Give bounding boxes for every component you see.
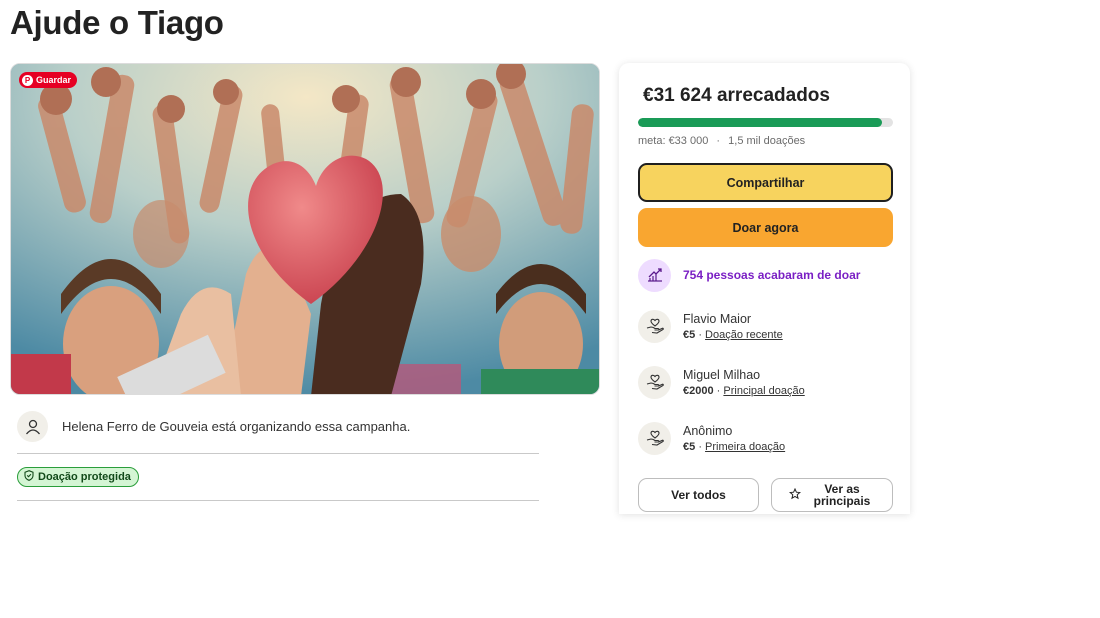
see-all-label: Ver todos (671, 488, 726, 502)
donation-item: Flavio Maior €5 · Doação recente (638, 306, 893, 346)
organizer-row: Helena Ferro de Gouveia está organizando… (17, 408, 539, 454)
share-button[interactable]: Compartilhar (638, 163, 893, 202)
user-icon (17, 411, 48, 442)
goal-meta: meta: €33 000 · 1,5 mil doações (638, 135, 805, 147)
campaign-page: Ajude o Tiago P Guardar Helena Ferro de … (0, 0, 1100, 618)
donation-sidebar: €31 624 arrecadados meta: €33 000 · 1,5 … (619, 63, 910, 514)
donation-tag-link[interactable]: Principal doação (723, 385, 804, 397)
donation-amount: €5 (683, 440, 696, 453)
recent-donors-text: 754 pessoas acabaram de doar (683, 268, 861, 282)
progress-fill (638, 118, 883, 127)
amount-raised: €31 624 arrecadados (643, 85, 830, 106)
donation-separator: · (716, 384, 721, 397)
donation-separator: · (698, 440, 702, 453)
donation-amount: €2000 (683, 384, 714, 397)
donation-tag-link[interactable]: Doação recente (705, 329, 783, 341)
pinterest-save-label: Guardar (36, 75, 72, 85)
see-top-button[interactable]: Ver as principais (771, 478, 893, 512)
pinterest-icon: P (22, 74, 33, 86)
donation-count: 1,5 mil doações (728, 135, 806, 147)
shield-icon (24, 470, 34, 484)
page-title: Ajude o Tiago (10, 4, 224, 41)
donation-tag-link[interactable]: Primeira doação (705, 441, 785, 453)
donate-now-button[interactable]: Doar agora (638, 208, 893, 247)
pinterest-save-button[interactable]: P Guardar (19, 72, 78, 88)
donor-name: Miguel Milhao (683, 367, 761, 382)
protection-row: Doação protegida (17, 455, 539, 501)
recent-donors-row: 754 pessoas acabaram de doar (638, 258, 893, 292)
hand-heart-icon (638, 365, 671, 399)
campaign-hero-image[interactable]: P Guardar (10, 63, 600, 395)
donation-amount: €5 (683, 328, 696, 341)
donation-item: Miguel Milhao €2000 · Principal doação (638, 362, 893, 402)
donor-name: Flavio Maior (683, 311, 752, 326)
donation-separator: · (698, 328, 702, 341)
hand-heart-icon (638, 309, 671, 343)
see-all-button[interactable]: Ver todos (638, 478, 759, 512)
protected-donation-badge[interactable]: Doação protegida (17, 467, 139, 487)
goal-amount: meta: €33 000 (638, 135, 709, 147)
meta-separator: · (716, 135, 721, 147)
see-top-label: Ver as principais (813, 482, 871, 508)
organizer-text: Helena Ferro de Gouveia está organizando… (62, 419, 411, 434)
star-icon (788, 487, 802, 502)
hand-heart-icon (638, 421, 671, 455)
progress-bar (638, 118, 893, 127)
protected-donation-label: Doação protegida (38, 471, 131, 483)
donation-item: Anônimo €5 · Primeira doação (638, 418, 893, 458)
donor-name: Anônimo (683, 423, 733, 438)
hero-illustration (11, 64, 599, 394)
trending-up-icon (638, 258, 671, 292)
